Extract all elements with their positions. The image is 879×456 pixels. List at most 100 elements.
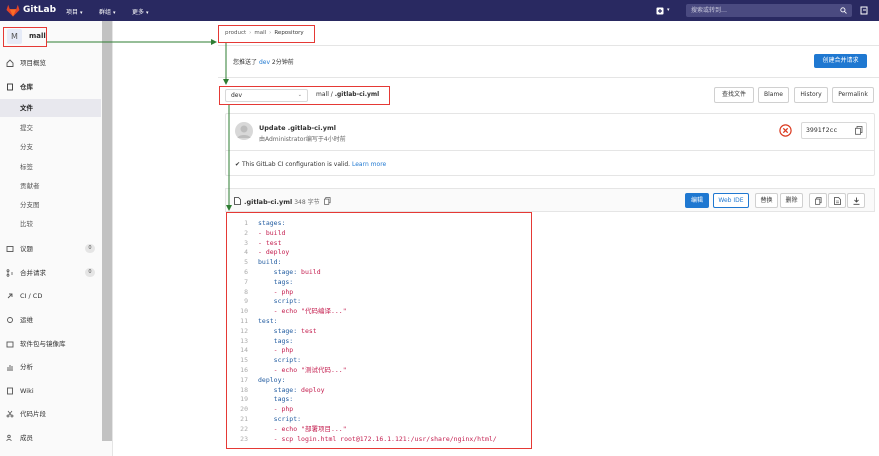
cloud-gear-icon: [7, 317, 13, 323]
line-number[interactable]: 13: [228, 336, 248, 346]
global-search[interactable]: [686, 4, 852, 17]
divider: [218, 45, 879, 46]
gitlab-app: GitLab 项目▾ 群组▾ 更多▾ ▾ M mall 项目概览 仓库 文件 提…: [0, 0, 879, 456]
code-line: 15 script:: [228, 355, 531, 365]
line-number[interactable]: 19: [228, 394, 248, 404]
edit-button[interactable]: 编辑: [685, 193, 709, 208]
sidebar-scrollbar[interactable]: [102, 21, 112, 441]
sidebar-item-analytics[interactable]: 分析: [0, 358, 101, 376]
chevron-down-icon: ▾: [80, 10, 83, 16]
line-number[interactable]: 18: [228, 385, 248, 395]
nav-menu-projects[interactable]: 项目 ▾: [66, 7, 83, 16]
sidebar-item-packages[interactable]: 软件包与镜像库: [0, 335, 101, 353]
line-number[interactable]: 23: [228, 434, 248, 444]
line-number[interactable]: 10: [228, 306, 248, 316]
web-ide-button[interactable]: Web IDE: [713, 193, 749, 208]
sidebar-item-issues[interactable]: 议题 0: [0, 240, 101, 258]
new-item-dropdown[interactable]: ▾: [656, 6, 674, 15]
line-number[interactable]: 3: [228, 238, 248, 248]
package-icon: [6, 341, 14, 348]
divider: [218, 77, 879, 78]
nav-menu-groups[interactable]: 群组 ▾: [99, 7, 116, 16]
line-number[interactable]: 5: [228, 257, 248, 267]
line-number[interactable]: 7: [228, 277, 248, 287]
download-icon: [853, 197, 859, 205]
sidebar-subitem-compare[interactable]: 比较: [0, 215, 101, 233]
pushed-branch-link[interactable]: dev: [259, 59, 270, 66]
open-raw-button[interactable]: [828, 193, 846, 208]
sidebar-subitem-branches[interactable]: 分支: [0, 138, 101, 156]
sidebar-subitem-contributors[interactable]: 贡献者: [0, 177, 101, 195]
code-line: 6 stage: build: [228, 267, 531, 277]
learn-more-link[interactable]: Learn more: [352, 161, 386, 168]
pipeline-failed-icon[interactable]: [779, 124, 792, 137]
line-number[interactable]: 6: [228, 267, 248, 277]
line-number[interactable]: 8: [228, 287, 248, 297]
gitlab-brand[interactable]: GitLab: [23, 5, 56, 15]
line-number[interactable]: 9: [228, 296, 248, 306]
line-number[interactable]: 2: [228, 228, 248, 238]
sidebar-item-repository[interactable]: 仓库: [0, 78, 101, 96]
commit-title[interactable]: Update .gitlab-ci.yml: [259, 124, 336, 132]
nav-menu-more[interactable]: 更多 ▾: [132, 7, 149, 16]
sidebar-subitem-files[interactable]: 文件: [0, 99, 101, 117]
todo-icon[interactable]: [860, 6, 869, 15]
sidebar-item-ci-cd[interactable]: CI / CD: [0, 287, 101, 305]
sidebar-item-merge-requests[interactable]: 合并请求 0: [0, 264, 101, 282]
delete-button[interactable]: 删除: [780, 193, 803, 208]
line-content: - echo "部署项目...": [273, 424, 347, 433]
line-number[interactable]: 1: [228, 218, 248, 228]
line-number[interactable]: 17: [228, 375, 248, 385]
code-line: 1 stages:: [228, 218, 531, 228]
line-content: - php: [273, 287, 294, 296]
copy-contents-button[interactable]: [809, 193, 827, 208]
commit-author: 由Administrator编写于4小时前: [259, 136, 346, 143]
line-number[interactable]: 15: [228, 355, 248, 365]
line-number[interactable]: 14: [228, 345, 248, 355]
history-button[interactable]: History: [794, 87, 828, 103]
sidebar-item-wiki[interactable]: Wiki: [0, 382, 101, 400]
sidebar-item-members[interactable]: 成员: [0, 429, 101, 447]
line-number[interactable]: 16: [228, 365, 248, 375]
gitlab-logo-icon[interactable]: [6, 4, 20, 17]
line-content: stage: test: [273, 326, 317, 335]
code-viewer[interactable]: 1 stages: 2- build 3- test 4- deploy 5 build: 6…: [228, 214, 531, 449]
breadcrumb-mall[interactable]: mall: [254, 30, 266, 36]
breadcrumb-repository[interactable]: Repository: [274, 30, 303, 36]
sidebar-item-operations[interactable]: 运维: [0, 311, 101, 329]
commit-sha[interactable]: 3991f2cc: [801, 122, 867, 139]
line-number[interactable]: 4: [228, 247, 248, 257]
line-number[interactable]: 22: [228, 424, 248, 434]
sidebar-subitem-commits[interactable]: 提交: [0, 119, 101, 137]
line-number[interactable]: 21: [228, 414, 248, 424]
search-input[interactable]: [686, 4, 826, 17]
path-project-link[interactable]: mall: [316, 91, 329, 98]
chevron-down-icon: ⌄: [297, 92, 302, 98]
download-button[interactable]: [847, 193, 865, 208]
code-line: 9 script:: [228, 296, 531, 306]
branch-selector[interactable]: dev ⌄: [225, 89, 308, 102]
breadcrumb-product[interactable]: product: [225, 30, 246, 36]
line-content: stage: deploy: [273, 385, 325, 394]
chevron-right-icon: ›: [269, 30, 272, 36]
line-number[interactable]: 11: [228, 316, 248, 326]
code-line: 13 tags:: [228, 336, 531, 346]
author-avatar[interactable]: [235, 122, 253, 140]
code-line: 5 build:: [228, 257, 531, 267]
line-number[interactable]: 12: [228, 326, 248, 336]
copy-path-icon[interactable]: [324, 197, 331, 205]
project-avatar: M: [7, 29, 22, 44]
sidebar-item-snippets[interactable]: 代码片段: [0, 405, 101, 423]
copy-icon[interactable]: [855, 126, 863, 135]
replace-button[interactable]: 替换: [755, 193, 778, 208]
find-file-button[interactable]: 查找文件: [714, 87, 754, 103]
chart-icon: [7, 365, 13, 371]
sidebar-subitem-graph[interactable]: 分支图: [0, 196, 101, 214]
blame-button[interactable]: Blame: [758, 87, 789, 103]
sidebar-item-overview[interactable]: 项目概览: [0, 54, 101, 72]
line-number[interactable]: 20: [228, 404, 248, 414]
sidebar-subitem-tags[interactable]: 标签: [0, 158, 101, 176]
project-header[interactable]: M mall: [0, 21, 113, 54]
create-merge-request-button[interactable]: 创建合并请求: [814, 54, 867, 68]
permalink-button[interactable]: Permalink: [832, 87, 874, 103]
